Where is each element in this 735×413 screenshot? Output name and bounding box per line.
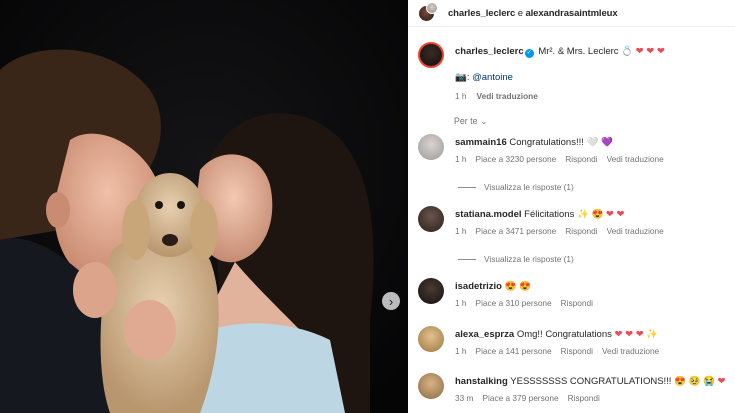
comment-username[interactable]: hanstalking (455, 376, 508, 387)
author-conjunction: e (517, 7, 523, 19)
reply-button[interactable]: Rispondi (565, 154, 597, 164)
reply-button[interactable]: Rispondi (561, 346, 593, 356)
comments-panel: charles_leclerc e alexandrasaintmleux ch… (408, 0, 735, 413)
likes-count[interactable]: Piace a 379 persone (482, 393, 558, 403)
avatar[interactable] (418, 326, 444, 352)
comment-time[interactable]: 33 m (455, 393, 473, 403)
likes-count[interactable]: Piace a 141 persone (476, 346, 552, 356)
divider (458, 186, 476, 188)
comment-username[interactable]: alexa_esprza (455, 329, 514, 340)
avatar[interactable] (418, 206, 444, 232)
comment-time[interactable]: 1 h (455, 226, 467, 236)
chevron-right-icon: › (388, 293, 394, 309)
avatar[interactable] (418, 42, 444, 68)
chevron-down-icon: ⌄ (480, 116, 488, 126)
comment-emoji: 😍 🥹 😭 ❤ (674, 376, 726, 387)
view-replies-label: Visualizza le risposte (1) (484, 254, 574, 264)
divider (458, 258, 476, 260)
mention-link[interactable]: @antoine (472, 72, 513, 83)
author-link[interactable]: alexandrasaintmleux (525, 8, 617, 19)
comment-text: YESSSSSSS CONGRATULATIONS!!! (510, 376, 672, 387)
translate-link[interactable]: Vedi traduzione (477, 90, 538, 103)
reply-button[interactable]: Rispondi (561, 298, 593, 308)
comment-emoji: 😍 😍 (504, 281, 531, 292)
avatar[interactable] (418, 134, 444, 160)
translate-link[interactable]: Vedi traduzione (602, 346, 659, 356)
reply-button[interactable]: Rispondi (565, 226, 597, 236)
avatar[interactable] (418, 373, 444, 399)
reply-button[interactable]: Rispondi (568, 393, 600, 403)
translate-link[interactable]: Vedi traduzione (607, 154, 664, 164)
post-header: charles_leclerc e alexandrasaintmleux (408, 0, 735, 27)
view-replies-button[interactable]: Visualizza le risposte (1) (458, 182, 574, 192)
post-authors: charles_leclerc e alexandrasaintmleux (448, 8, 618, 19)
likes-count[interactable]: Piace a 3471 persone (476, 226, 557, 236)
comment-time[interactable]: 1 h (455, 154, 467, 164)
filter-label: Per te (454, 116, 478, 126)
comment-emoji: 🤍 💜 (586, 137, 613, 148)
likes-count[interactable]: Piace a 3230 persone (476, 154, 557, 164)
comment-text: Congratulations!!! (509, 137, 584, 148)
next-photo-button[interactable]: › (382, 292, 400, 310)
comment-time[interactable]: 1 h (455, 346, 467, 356)
avatar (426, 2, 438, 14)
collab-avatars[interactable] (418, 2, 440, 24)
post-photo[interactable]: › (0, 0, 408, 413)
avatar[interactable] (418, 278, 444, 304)
comment-username[interactable]: sammain16 (455, 137, 507, 148)
photo-image (0, 0, 408, 413)
camera-icon: 📷: (455, 72, 470, 83)
author-link[interactable]: charles_leclerc (448, 8, 515, 19)
comment-emoji: ❤ ❤ ❤ ✨ (614, 329, 659, 340)
view-replies-button[interactable]: Visualizza le risposte (1) (458, 254, 574, 264)
caption-username[interactable]: charles_leclerc (455, 46, 524, 57)
comment-emoji: ✨ 😍 ❤ ❤ (576, 209, 625, 220)
view-replies-label: Visualizza le risposte (1) (484, 182, 574, 192)
comment-username[interactable]: isadetrizio (455, 281, 502, 292)
comment-text: Omg!! Congratulations (516, 329, 612, 340)
caption-text: Mr². & Mrs. Leclerc (538, 46, 619, 57)
comment-time[interactable]: 1 h (455, 298, 467, 308)
comment-filter-dropdown[interactable]: Per te ⌄ (454, 116, 487, 126)
verified-badge-icon: ✓ (524, 49, 534, 58)
comment-username[interactable]: statiana.model (455, 209, 522, 220)
comment-text: Félicitations (524, 209, 575, 220)
caption-time[interactable]: 1 h (455, 90, 467, 103)
likes-count[interactable]: Piace a 310 persone (476, 298, 552, 308)
translate-link[interactable]: Vedi traduzione (607, 226, 664, 236)
caption-emoji: 💍 ❤ ❤ ❤ (621, 46, 665, 57)
